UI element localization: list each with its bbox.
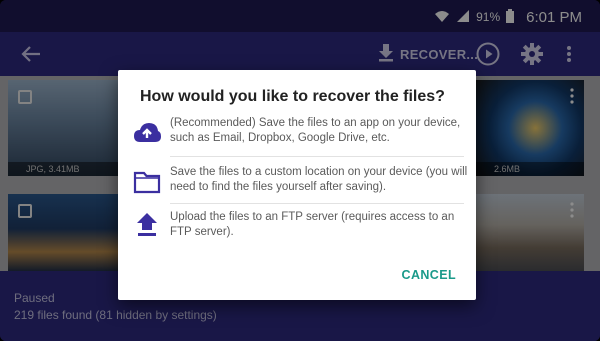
divider [170, 156, 464, 157]
option-ftp-upload[interactable]: Upload the files to an FTP server (requi… [132, 210, 462, 244]
recover-method-dialog: How would you like to recover the files?… [118, 70, 476, 300]
option-label: Upload the files to an FTP server (requi… [170, 211, 455, 238]
device-screen: 91% 6:01 PM RECOVER... JPG, 3.41MB 2.6MB… [0, 0, 600, 341]
cancel-button[interactable]: CANCEL [402, 268, 456, 282]
option-save-to-app[interactable]: (Recommended) Save the files to an app o… [132, 116, 462, 152]
upload-icon [132, 210, 162, 240]
dialog-title: How would you like to recover the files? [140, 88, 445, 105]
option-label: Save the files to a custom location on y… [170, 166, 468, 193]
option-custom-location[interactable]: Save the files to a custom location on y… [132, 165, 467, 199]
option-label: (Recommended) Save the files to an app o… [170, 117, 461, 144]
folder-icon [132, 167, 162, 197]
cloud-upload-icon [132, 118, 162, 148]
divider [170, 203, 464, 204]
